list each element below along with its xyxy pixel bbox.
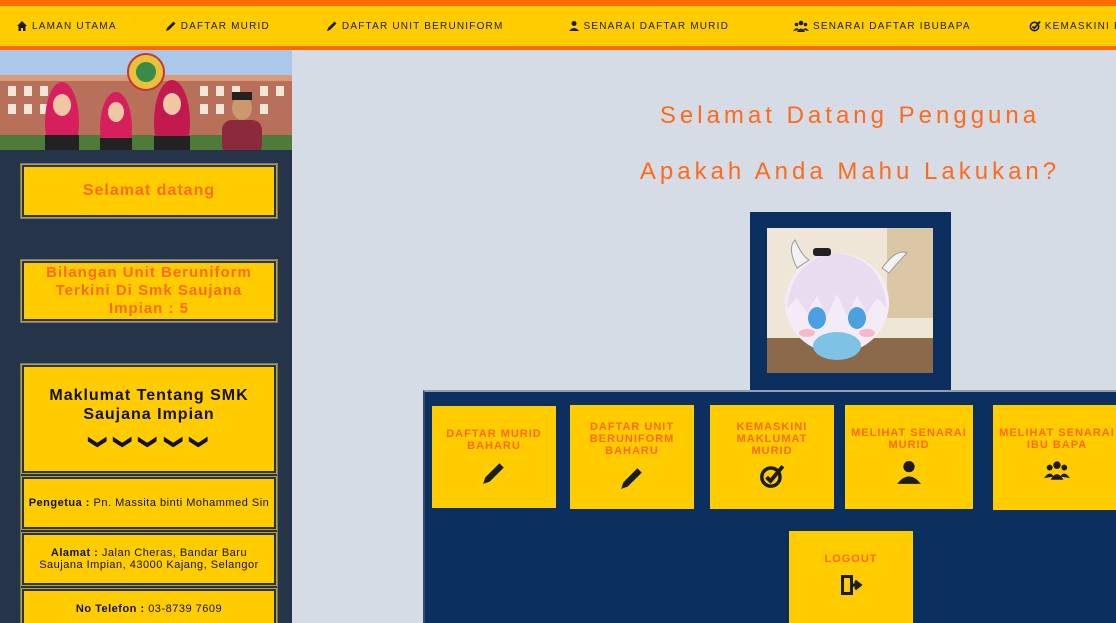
nav-daftar-murid-label: DAFTAR MURID: [180, 20, 270, 32]
edit-check-icon: [760, 464, 785, 488]
greeting-heading: Selamat Datang Pengguna: [659, 102, 1041, 129]
action-daftar-murid-label: DAFTAR MURID BAHARU: [446, 428, 542, 452]
action-senarai-murid[interactable]: MELIHAT SENARAI MURID: [845, 405, 973, 509]
nav-home[interactable]: LAMAN UTAMA: [16, 16, 117, 36]
pencil-icon: [483, 463, 504, 484]
user-icon: [568, 21, 579, 31]
nav-daftar-murid[interactable]: DAFTAR MURID: [165, 16, 270, 36]
phone-value: 03-8739 7609: [148, 603, 223, 615]
action-kemaskini-label: KEMASKINI MAKLUMAT MURID: [736, 421, 808, 457]
nav-kemaskini-label: KEMASKINI DATA: [1044, 20, 1116, 32]
nav-home-label: LAMAN UTAMA: [32, 20, 117, 32]
logout-button[interactable]: LOGOUT: [789, 531, 913, 623]
nav-daftar-unit-label: DAFTAR UNIT BERUNIFORM: [341, 20, 504, 32]
principal-label: Pengetua :: [28, 497, 90, 509]
pencil-icon: [621, 468, 642, 489]
action-daftar-murid[interactable]: DAFTAR MURID BAHARU: [432, 406, 556, 508]
logout-icon: [841, 575, 863, 595]
group-icon: [1044, 461, 1070, 480]
question-heading: Apakah Anda Mahu Lakukan?: [639, 158, 1061, 185]
address-box: Alamat : Jalan Cheras, Bandar Baru Sauja…: [21, 532, 277, 586]
phone-box: No Telefon : 03-8739 7609: [21, 588, 277, 623]
user-icon: [897, 460, 921, 484]
principal-value: Pn. Massita binti Mohammed Sin: [93, 497, 270, 509]
banner-photo: [0, 50, 292, 150]
nav-senarai-ibubapa-label: SENARAI DAFTAR IBUBAPA: [813, 20, 971, 32]
pencil-icon: [165, 21, 176, 31]
unit-count-box: Bilangan Unit Beruniform Terkini Di Smk …: [21, 260, 277, 322]
action-senarai-ibubapa-label: MELIHAT SENARAI IBU BAPA: [999, 427, 1115, 451]
edit-check-icon: [1029, 20, 1041, 32]
welcome-text: Selamat datang: [82, 182, 216, 199]
avatar: [767, 228, 933, 373]
nav-daftar-unit[interactable]: DAFTAR UNIT BERUNIFORM: [326, 16, 504, 36]
nav-senarai-murid[interactable]: SENARAI DAFTAR MURID: [568, 16, 730, 36]
phone-label: No Telefon :: [75, 603, 145, 615]
group-icon: [793, 20, 810, 32]
pencil-icon: [326, 21, 337, 31]
welcome-box: Selamat datang: [21, 164, 277, 218]
logout-label: LOGOUT: [824, 553, 878, 565]
address-label: Alamat :: [50, 547, 99, 559]
school-banner: [0, 50, 292, 150]
action-daftar-unit-label: DAFTAR UNIT BERUNIFORM BAHARU: [589, 421, 675, 457]
action-kemaskini[interactable]: KEMASKINI MAKLUMAT MURID: [710, 405, 834, 509]
principal-box: Pengetua : Pn. Massita binti Mohammed Si…: [21, 476, 277, 530]
unit-count-text: Bilangan Unit Beruniform Terkini Di Smk …: [46, 264, 252, 317]
top-navigation: LAMAN UTAMA DAFTAR MURID DAFTAR UNIT BER…: [0, 0, 1116, 50]
nav-senarai-murid-label: SENARAI DAFTAR MURID: [583, 20, 730, 32]
nav-kemaskini[interactable]: KEMASKINI DATA: [1029, 16, 1116, 36]
home-icon: [17, 21, 27, 31]
chevron-down-icon: ❯ ❯ ❯ ❯ ❯: [88, 434, 210, 454]
school-info-title-box: Maklumat Tentang SMK Saujana Impian ❯ ❯ ❯ ❯…: [21, 364, 277, 474]
nav-senarai-ibubapa[interactable]: SENARAI DAFTAR IBUBAPA: [793, 16, 971, 36]
avatar-frame: [750, 212, 951, 390]
action-senarai-murid-label: MELIHAT SENARAI MURID: [851, 427, 967, 451]
action-daftar-unit[interactable]: DAFTAR UNIT BERUNIFORM BAHARU: [570, 405, 694, 509]
action-senarai-ibubapa[interactable]: MELIHAT SENARAI IBU BAPA: [993, 405, 1116, 510]
school-info-title: Maklumat Tentang SMK Saujana Impian: [49, 387, 249, 423]
